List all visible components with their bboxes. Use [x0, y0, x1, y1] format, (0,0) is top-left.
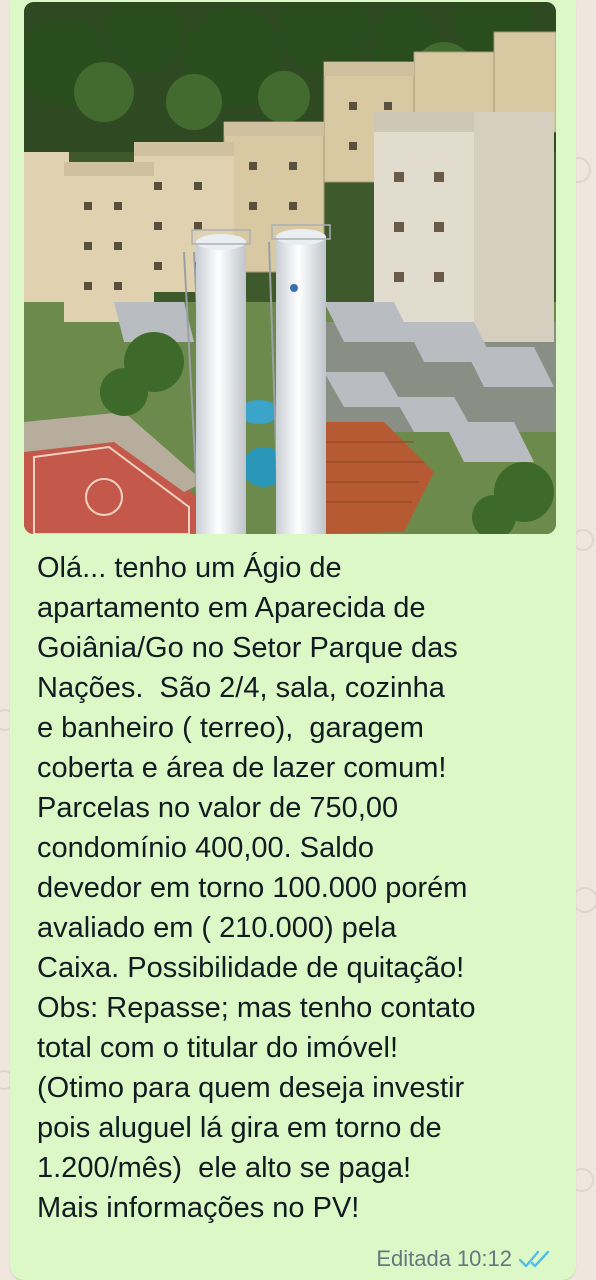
- message-meta: Editada 10:12: [376, 1246, 554, 1272]
- apartment-photo[interactable]: [24, 2, 556, 534]
- message-time: 10:12: [456, 1246, 512, 1271]
- apartment-photo-illustration: [24, 2, 556, 534]
- edited-label: Editada: [376, 1246, 451, 1271]
- message-text: Olá... tenho um Ágio de apartamento em A…: [37, 552, 476, 1224]
- message-bubble[interactable]: Olá... tenho um Ágio de apartamento em A…: [10, 0, 576, 1280]
- double-check-read-icon: [518, 1250, 550, 1268]
